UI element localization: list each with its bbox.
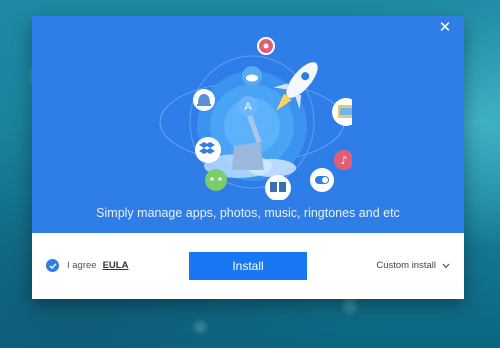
- book-icon: [265, 175, 291, 200]
- installer-footer: I agree EULA Install Custom install: [32, 233, 464, 299]
- svg-text:♪: ♪: [340, 154, 347, 167]
- chevron-down-icon: [442, 263, 450, 268]
- installer-window: ✕ A ♪ Simply manage apps, photos, music,…: [32, 16, 464, 299]
- android-icon: [205, 169, 227, 191]
- custom-install-label: Custom install: [376, 260, 436, 271]
- feature-illustration: A ♪: [159, 37, 352, 200]
- photo-icon: [332, 98, 352, 126]
- agree-label: I agree: [67, 260, 97, 271]
- close-button[interactable]: ✕: [436, 19, 454, 37]
- tagline-text: Simply manage apps, photos, music, ringt…: [96, 206, 400, 220]
- install-button[interactable]: Install: [189, 252, 307, 280]
- dropbox-icon: [195, 137, 221, 163]
- flower-icon: [257, 37, 275, 55]
- music-icon: ♪: [334, 150, 352, 170]
- agree-row: I agree EULA: [46, 259, 128, 272]
- toggle-icon: [310, 168, 334, 192]
- agree-checkbox[interactable]: [46, 259, 59, 272]
- hero-banner: ✕ A ♪ Simply manage apps, photos, music,…: [32, 16, 464, 233]
- bell-icon: [193, 89, 215, 111]
- cloud-icon: [242, 66, 262, 86]
- checkmark-icon: [49, 262, 57, 269]
- eula-link[interactable]: EULA: [103, 260, 129, 271]
- custom-install-dropdown[interactable]: Custom install: [376, 260, 450, 271]
- svg-text:A: A: [244, 101, 252, 113]
- close-icon: ✕: [438, 19, 452, 36]
- app-store-icon: A: [238, 96, 258, 116]
